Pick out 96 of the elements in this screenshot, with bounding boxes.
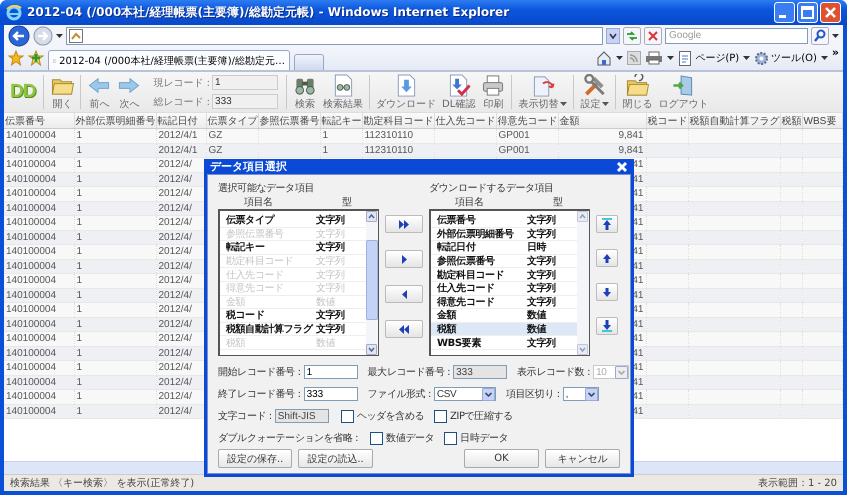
table-cell: 140100004 — [6, 246, 56, 258]
field-label: 表示レコード数 : — [517, 366, 590, 379]
table-cell: 2012/4/ — [158, 275, 192, 286]
table-cell: 140100004 — [6, 333, 56, 344]
field-label: 文字コード : — [218, 410, 272, 423]
table-cell: 9,841 — [618, 144, 644, 156]
table-cell: GP001 — [498, 130, 530, 142]
table-cell: 1 — [76, 406, 82, 417]
list-label: 選択可能なデータ項目 — [218, 182, 316, 195]
table-cell: 1 — [76, 348, 82, 359]
table-cell: 1 — [76, 232, 82, 243]
field-label: 開始レコード番号 : — [218, 366, 301, 379]
field-label: ファイル形式 : — [368, 388, 431, 401]
table-cell: 1 — [76, 260, 82, 272]
table-cell: 1 — [76, 188, 82, 200]
column-header: 型 — [553, 196, 563, 209]
table-cell: 140100004 — [6, 159, 56, 170]
table-cell: 112310110 — [364, 130, 414, 142]
tab-title: 2012-04 (/000本社/経理帳票(主要簿)/総勘定元… — [59, 54, 285, 68]
table-cell: GZ — [208, 144, 222, 156]
table-cell: 2012/4/ — [158, 362, 192, 374]
dialog-title: データ項目選択 — [210, 159, 287, 174]
table-cell: 2012/4/ — [158, 202, 192, 214]
table-cell: 1 — [76, 202, 82, 214]
table-cell: 140100004 — [6, 202, 56, 214]
status-message: 検索結果 〈キー検索〉 を表示(正常終了) — [10, 476, 194, 490]
table-cell: 140100004 — [6, 275, 56, 286]
table-cell: 1 — [76, 275, 82, 286]
table-cell: 1 — [76, 362, 82, 374]
table-cell: 2012/4/ — [158, 290, 192, 301]
table-cell: 2012/4/ — [158, 260, 192, 272]
table-cell: 2012/4/ — [158, 174, 192, 185]
table-cell: 2012/4/ — [158, 376, 192, 388]
column-header: 型 — [342, 196, 352, 209]
table-cell: 2012/4/ — [158, 406, 192, 417]
table-cell: 140100004 — [6, 318, 56, 330]
field-label: ダブルクォーテーションを省略 : — [218, 432, 358, 445]
table-cell: 2012/4/ — [158, 304, 192, 316]
table-cell: 2012/4/ — [158, 217, 192, 228]
table-cell: 140100004 — [6, 362, 56, 374]
table-cell: 2012/4/ — [158, 348, 192, 359]
column-header: 項目名 — [455, 196, 485, 209]
table-cell: 2012/4/ — [158, 232, 192, 243]
table-cell: 140100004 — [6, 406, 56, 417]
table-cell: 1 — [76, 304, 82, 316]
checkbox-label: 日時データ — [460, 432, 508, 445]
table-cell: 140100004 — [6, 174, 56, 185]
table-cell: GZ — [208, 130, 222, 142]
table-cell: 2012/4/ — [158, 391, 192, 402]
table-cell: GP001 — [498, 144, 530, 156]
table-cell: 140100004 — [6, 348, 56, 359]
window-title: 2012-04 (/000本社/経理帳票(主要簿)/総勘定元帳) - Windows Internet Explorer — [27, 4, 510, 21]
table-cell: 1 — [76, 290, 82, 301]
field-label: 最大レコード番号 : — [368, 366, 450, 379]
table-cell: 2012/4/ — [158, 159, 192, 170]
table-cell: 2012/4/1 — [158, 144, 198, 156]
table-cell: 9,841 — [618, 130, 644, 142]
table-cell: 1 — [322, 130, 328, 142]
table-cell: 2012/4/ — [158, 318, 192, 330]
table-cell: 1 — [76, 333, 82, 344]
field-label: 項目区切り : — [506, 388, 560, 401]
checkbox-label: ヘッダを含める — [356, 410, 424, 423]
table-cell: 140100004 — [6, 260, 56, 272]
field-label: 総レコード : — [153, 96, 210, 108]
table-cell: 140100004 — [6, 188, 56, 200]
table-cell: 140100004 — [6, 232, 56, 243]
table-cell: 112310110 — [364, 144, 414, 156]
column-header: 項目名 — [244, 196, 274, 209]
table-cell: 1 — [76, 318, 82, 330]
table-cell: 1 — [76, 391, 82, 402]
table-cell: 140100004 — [6, 391, 56, 402]
checkbox-label: ZIPで圧縮する — [450, 410, 513, 423]
field-label: 現レコード : — [153, 76, 210, 90]
table-cell: 1 — [76, 130, 82, 142]
table-cell: 1 — [76, 144, 82, 156]
checkbox-label: 数値データ — [386, 432, 434, 445]
table-cell: 140100004 — [6, 376, 56, 388]
table-cell: 1 — [76, 217, 82, 228]
status-range: 表示範囲 : 1 - 20 — [758, 476, 837, 490]
table-cell: 2012/4/ — [158, 246, 192, 258]
app-logo: DD — [9, 81, 37, 103]
table-cell: 140100004 — [6, 290, 56, 301]
table-cell: 1 — [76, 376, 82, 388]
table-cell: 2012/4/ — [158, 188, 192, 200]
table-cell: 140100004 — [6, 217, 56, 228]
table-cell: 1 — [76, 159, 82, 170]
table-cell: 140100004 — [6, 304, 56, 316]
table-cell: 140100004 — [6, 144, 56, 156]
field-label: 終了レコード番号 : — [218, 388, 301, 401]
list-label: ダウンロードするデータ項目 — [429, 182, 555, 195]
table-cell: 2012/4/ — [158, 333, 192, 344]
table-cell: 140100004 — [6, 130, 56, 142]
table-cell: 1 — [76, 174, 82, 185]
table-cell: 1 — [76, 246, 82, 258]
table-cell: 2012/4/1 — [158, 130, 198, 142]
table-cell: 1 — [322, 144, 328, 156]
